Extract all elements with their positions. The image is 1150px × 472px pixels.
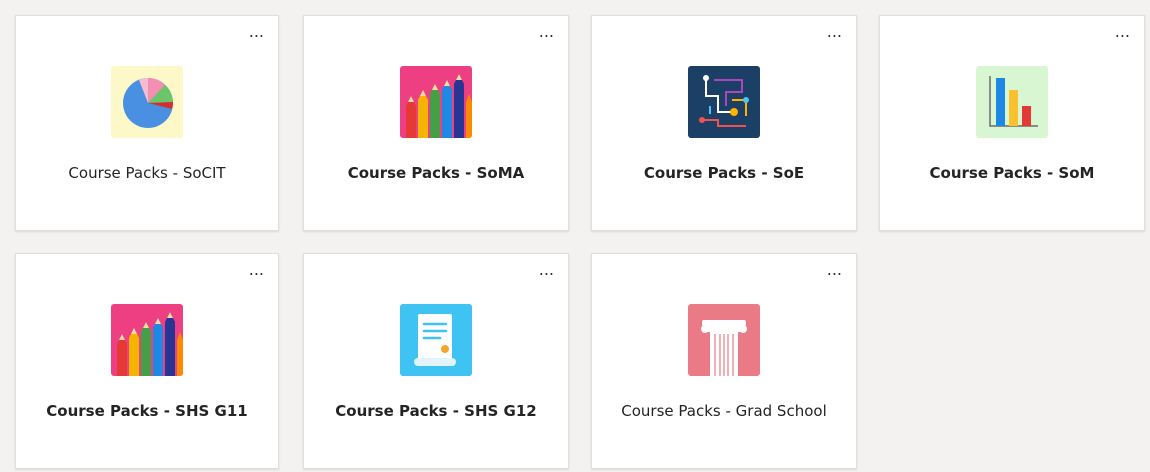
card-title: Course Packs - SoMA <box>347 164 525 182</box>
bar-chart-icon <box>976 66 1048 138</box>
colored-pencils-icon <box>111 304 183 376</box>
circuit-icon <box>688 66 760 138</box>
card-title: Course Packs - SHS G11 <box>46 402 248 420</box>
card-course-packs-som[interactable]: ... Course Packs - SoM <box>879 15 1145 231</box>
more-options-button[interactable]: ... <box>1115 22 1130 42</box>
card-title: Course Packs - SoCIT <box>68 164 226 182</box>
card-title: Course Packs - SHS G12 <box>335 402 537 420</box>
more-options-button[interactable]: ... <box>249 260 264 280</box>
colored-pencils-icon <box>400 66 472 138</box>
scroll-document-icon <box>400 304 472 376</box>
card-course-packs-shs-g12[interactable]: ... Course Packs - SHS G12 <box>303 253 569 469</box>
more-options-button[interactable]: ... <box>539 260 554 280</box>
card-course-packs-shs-g11[interactable]: ... Course Packs - SHS G11 <box>15 253 279 469</box>
greek-column-icon <box>688 304 760 376</box>
card-title: Course Packs - SoE <box>643 164 805 182</box>
more-options-button[interactable]: ... <box>249 22 264 42</box>
card-course-packs-socit[interactable]: ... Course Packs - SoCIT <box>15 15 279 231</box>
more-options-button[interactable]: ... <box>827 22 842 42</box>
course-packs-grid: ... Course Packs - SoCIT ... Course Pack… <box>0 0 1150 472</box>
card-course-packs-soma[interactable]: ... Course Packs - SoMA <box>303 15 569 231</box>
more-options-button[interactable]: ... <box>827 260 842 280</box>
card-course-packs-soe[interactable]: ... Course Packs - SoE <box>591 15 857 231</box>
card-title: Course Packs - Grad School <box>621 402 827 420</box>
card-title: Course Packs - SoM <box>929 164 1095 182</box>
more-options-button[interactable]: ... <box>539 22 554 42</box>
card-course-packs-grad-school[interactable]: ... Course Packs - Grad School <box>591 253 857 469</box>
pie-chart-icon <box>111 66 183 138</box>
